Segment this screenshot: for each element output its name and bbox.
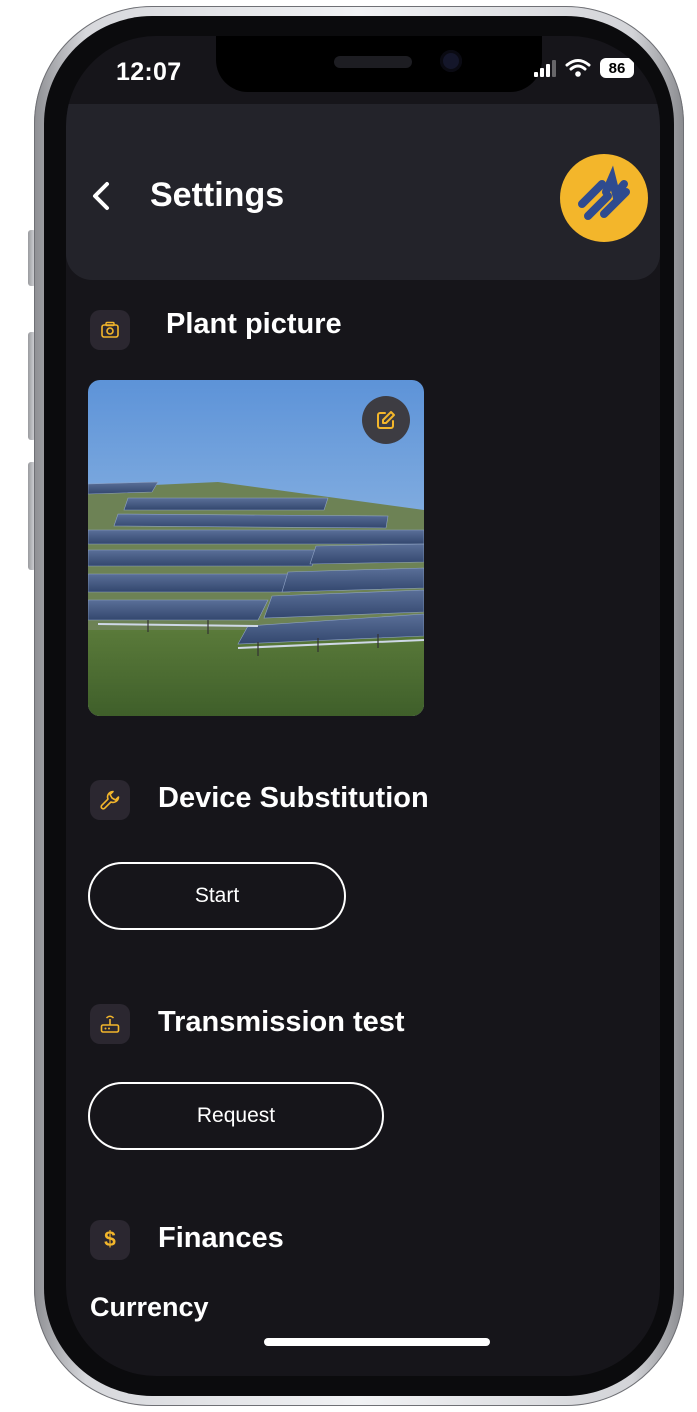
- start-button[interactable]: Start: [88, 862, 346, 930]
- cellular-signal-icon: [534, 59, 556, 77]
- app-screen: 12:07 86 Settings Plant picture Device S…: [66, 36, 660, 1376]
- currency-label: Currency: [90, 1292, 209, 1322]
- plant-photo[interactable]: [88, 380, 424, 716]
- edit-photo-button[interactable]: [362, 396, 410, 444]
- wrench-icon-tile: [90, 780, 130, 820]
- brand-logo-mark: [578, 165, 630, 220]
- battery-indicator: 86: [600, 58, 634, 78]
- notch: [216, 36, 542, 92]
- earpiece-speaker: [334, 56, 412, 68]
- camera-icon-tile: [90, 310, 130, 350]
- plant-picture-title: Plant picture: [166, 308, 342, 340]
- status-time: 12:07: [116, 58, 182, 86]
- status-indicators: 86: [534, 58, 634, 78]
- camera-icon: [101, 321, 119, 338]
- back-chevron-icon[interactable]: [88, 176, 114, 216]
- brand-logo[interactable]: [560, 154, 648, 242]
- router-icon: [100, 1015, 120, 1033]
- request-button[interactable]: Request: [88, 1082, 384, 1150]
- home-indicator[interactable]: [264, 1338, 490, 1346]
- wrench-icon: [100, 790, 120, 810]
- dollar-icon: $: [90, 1220, 130, 1260]
- edit-icon: [377, 411, 395, 429]
- page-title: Settings: [150, 176, 285, 214]
- router-icon-tile: [90, 1004, 130, 1044]
- app-header: Settings: [66, 104, 660, 280]
- finances-title: Finances: [158, 1222, 284, 1254]
- front-camera: [440, 50, 462, 72]
- transmission-test-title: Transmission test: [158, 1006, 405, 1038]
- device-substitution-title: Device Substitution: [158, 782, 429, 814]
- wifi-icon: [565, 59, 591, 77]
